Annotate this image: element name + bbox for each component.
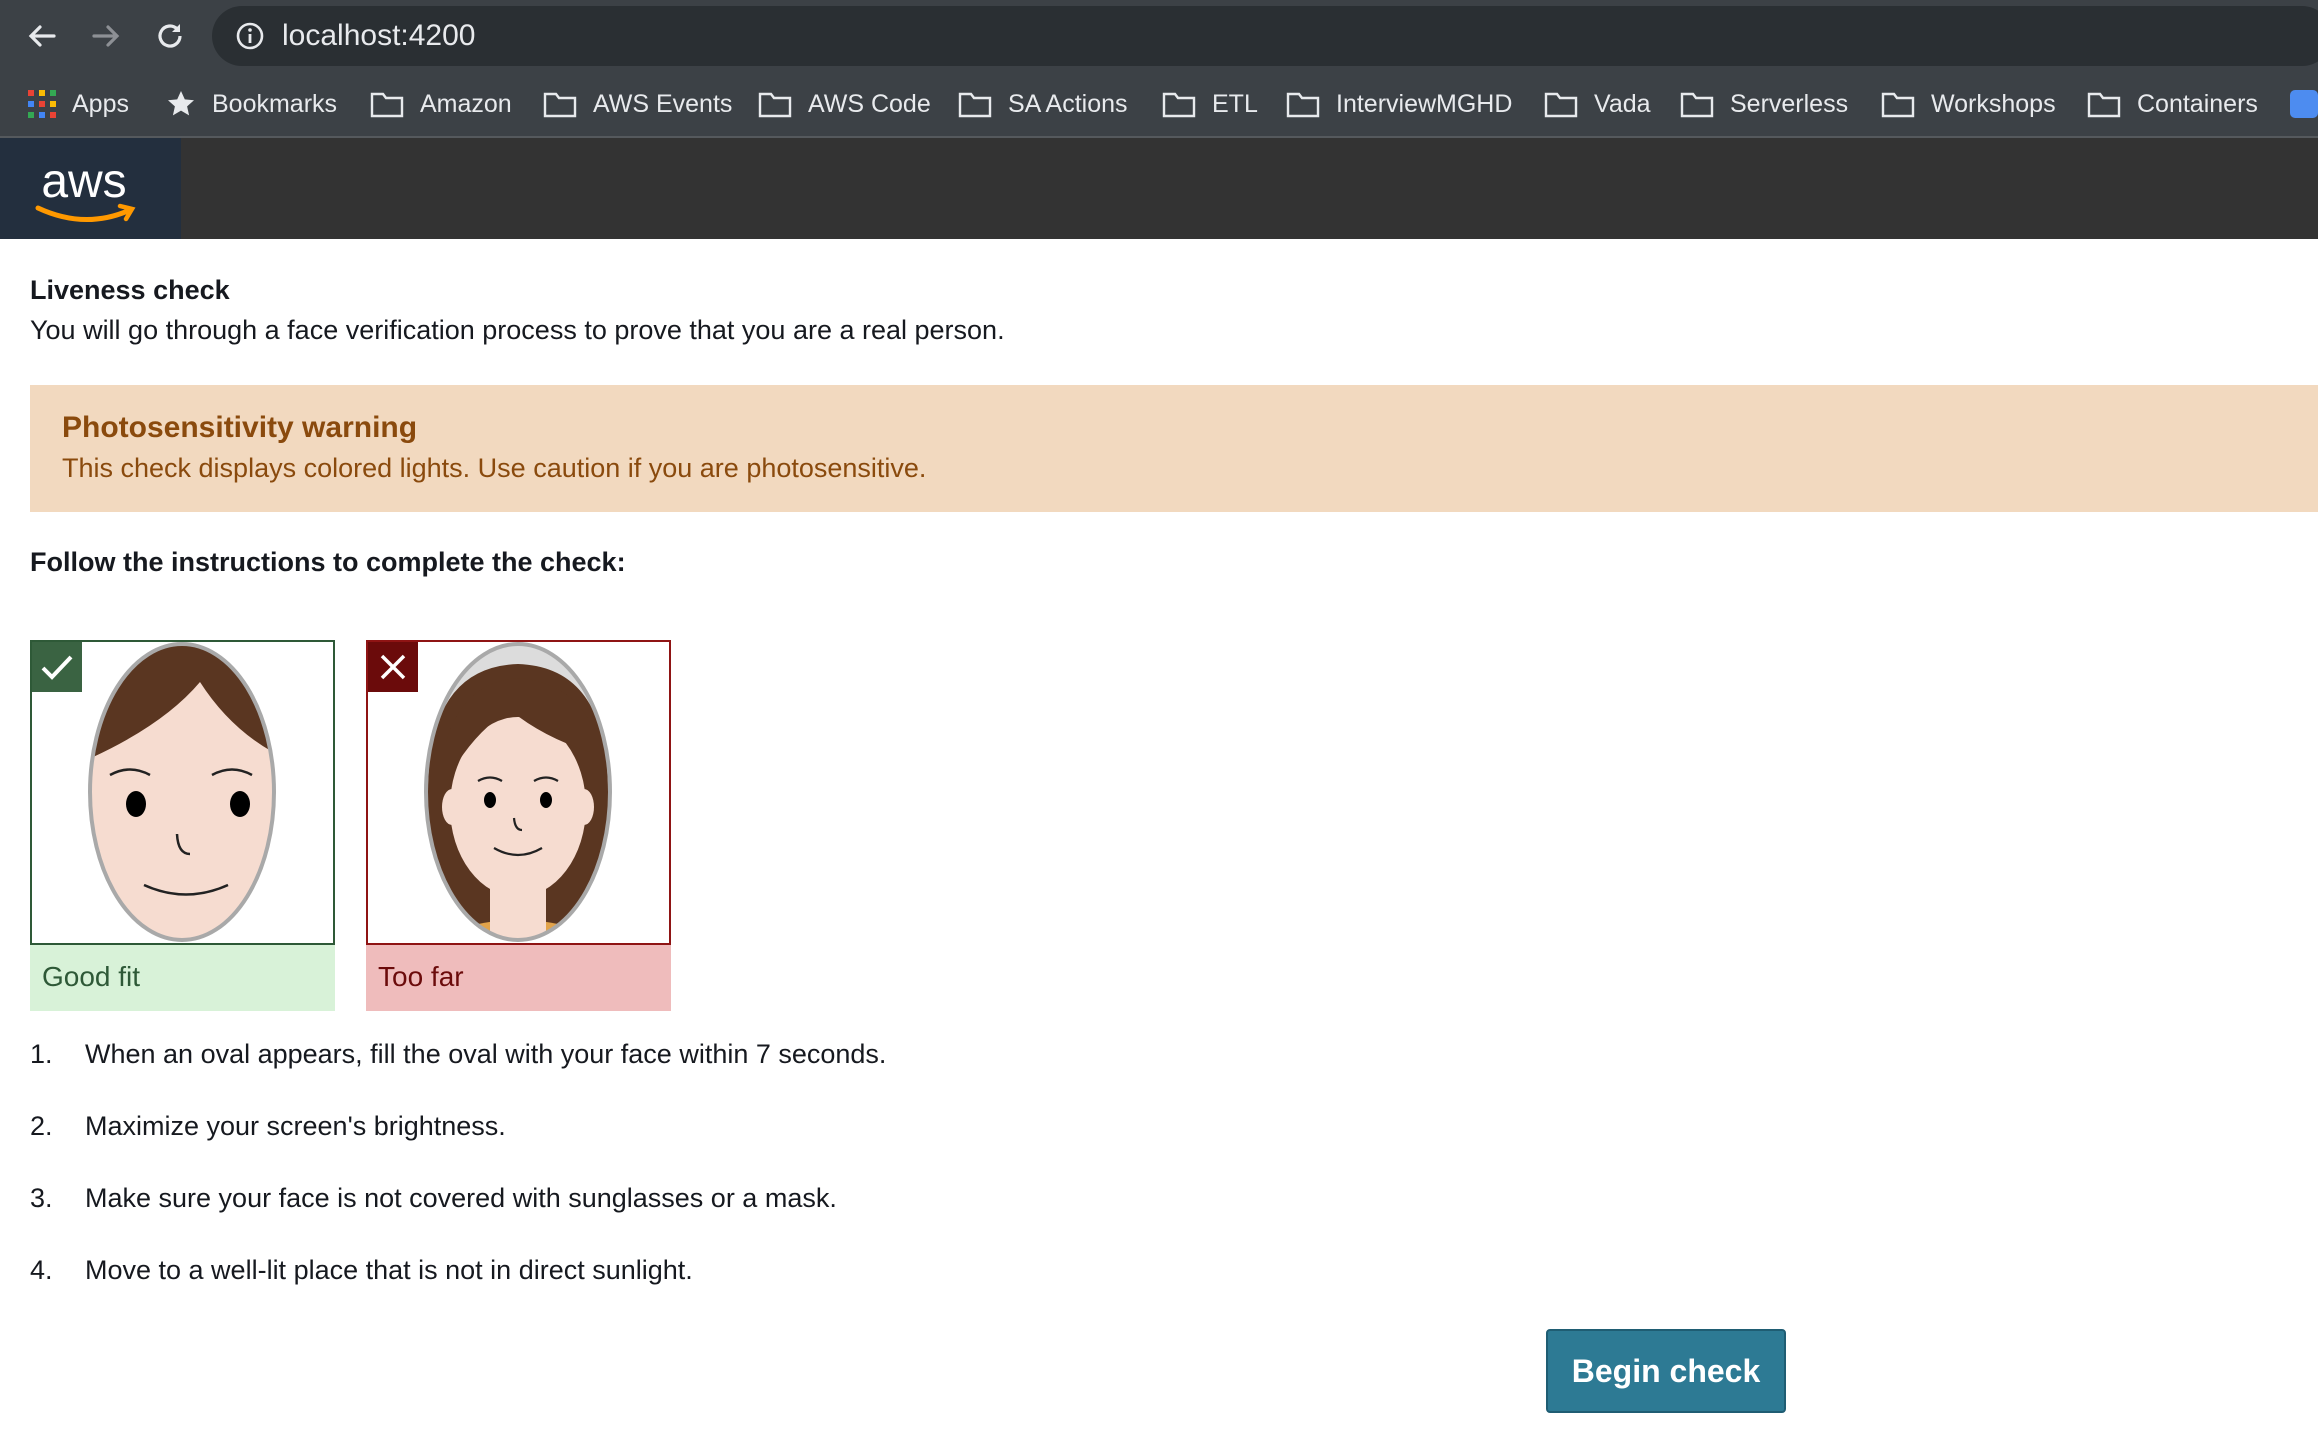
step-text: Maximize your screen's brightness.: [85, 1111, 506, 1141]
step-text: Make sure your face is not covered with …: [85, 1183, 837, 1213]
folder-icon: [1680, 92, 1714, 118]
folder-icon: [543, 92, 577, 118]
folder-icon: [1162, 92, 1196, 118]
bookmark-label: Vada: [1594, 89, 1651, 118]
star-icon: [168, 91, 194, 116]
folder-icon: [2087, 92, 2121, 118]
bookmark-label: Containers: [2137, 89, 2258, 118]
folder-icon: [758, 92, 792, 118]
folder-icon: [1544, 92, 1578, 118]
folder-icon: [958, 92, 992, 118]
step-number: 2.: [30, 1111, 53, 1141]
forward-icon[interactable]: [84, 14, 128, 58]
bookmark-interviewmghd[interactable]: InterviewMGHD: [1286, 84, 1512, 124]
face-close-illustration: [88, 642, 276, 942]
bookmarks-bar: Apps Bookmarks Amazon AWS Events AWS Cod…: [0, 72, 2318, 138]
check-icon: [32, 642, 82, 692]
bookmark-label: InterviewMGHD: [1336, 89, 1513, 118]
url-text: localhost:4200: [282, 19, 476, 52]
bookmark-aws-events[interactable]: AWS Events: [543, 84, 732, 124]
caption-label: Good fit: [42, 961, 141, 992]
browser-toolbar: localhost:4200: [0, 0, 2318, 72]
bookmark-label: SA Actions: [1008, 89, 1128, 118]
good-fit-caption: Good fit: [30, 945, 335, 1011]
caption-label: Too far: [378, 961, 464, 992]
bookmark-amazon[interactable]: Amazon: [370, 84, 512, 124]
bookmark-label: Amazon: [420, 89, 512, 118]
page-title: Liveness check: [30, 275, 230, 305]
folder-icon: [370, 92, 404, 118]
info-icon[interactable]: [234, 20, 266, 52]
page-subtitle: You will go through a face verification …: [30, 315, 1005, 345]
bookmark-label: Serverless: [1730, 89, 1849, 118]
folder-icon: [1881, 92, 1915, 118]
bookmark-label: Bookmarks: [212, 89, 338, 118]
step-text: When an oval appears, fill the oval with…: [85, 1039, 887, 1069]
bookmark-label: Workshops: [1931, 89, 2056, 118]
apps-grid-icon: [28, 90, 56, 118]
photosensitivity-warning: Photosensitivity warning This check disp…: [30, 385, 2318, 512]
folder-icon: [1286, 92, 1320, 118]
example-frame: [366, 640, 671, 945]
close-icon: [368, 642, 418, 692]
too-far-caption: Too far: [366, 945, 671, 1011]
example-frame: [30, 640, 335, 945]
bookmark-etl[interactable]: ETL: [1162, 84, 1258, 124]
bookmark-workshops[interactable]: Workshops: [1881, 84, 2056, 124]
bookmark-serverless[interactable]: Serverless: [1680, 84, 1848, 124]
svg-text:aws: aws: [41, 155, 126, 208]
bookmark-aws-code[interactable]: AWS Code: [758, 84, 931, 124]
face-far-illustration: [424, 642, 612, 942]
good-fit-example: Good fit: [30, 640, 335, 1011]
warning-body: This check displays colored lights. Use …: [62, 453, 927, 483]
bookmark-apps[interactable]: Apps: [28, 84, 129, 124]
bookmark-label: AWS Events: [593, 89, 733, 118]
reload-icon[interactable]: [148, 14, 192, 58]
bookmark-overflow-icon[interactable]: [2290, 84, 2318, 124]
bookmark-sa-actions[interactable]: SA Actions: [958, 84, 1128, 124]
back-icon[interactable]: [20, 14, 64, 58]
bookmark-label: ETL: [1212, 89, 1258, 118]
step-number: 1.: [30, 1039, 53, 1069]
address-bar[interactable]: localhost:4200: [212, 6, 2318, 66]
step-number: 4.: [30, 1255, 53, 1285]
app-header: aws: [0, 138, 2318, 239]
aws-logo[interactable]: aws: [0, 138, 181, 239]
warning-title: Photosensitivity warning: [62, 411, 418, 444]
step-text: Move to a well-lit place that is not in …: [85, 1255, 693, 1285]
begin-check-button[interactable]: Begin check: [1546, 1329, 1786, 1413]
instructions-heading: Follow the instructions to complete the …: [30, 547, 626, 577]
bookmark-label: Apps: [72, 89, 129, 118]
bookmark-containers[interactable]: Containers: [2087, 84, 2258, 124]
bookmark-bookmarks[interactable]: Bookmarks: [166, 84, 337, 124]
too-far-example: Too far: [366, 640, 671, 1011]
bookmark-label: AWS Code: [808, 89, 931, 118]
bookmark-vada[interactable]: Vada: [1544, 84, 1651, 124]
step-number: 3.: [30, 1183, 53, 1213]
